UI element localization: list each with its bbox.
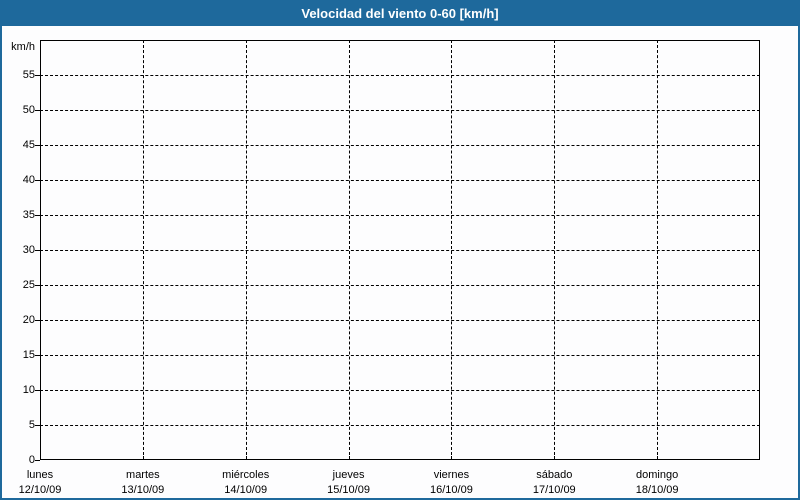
y-tick-mark: [35, 460, 40, 461]
title-bar: Velocidad del viento 0-60 [km/h]: [2, 2, 798, 26]
x-date-label: 17/10/09: [532, 484, 576, 496]
x-day-label: viernes: [433, 469, 470, 481]
y-tick-label: 0: [28, 454, 35, 466]
y-tick-label: 45: [22, 139, 35, 151]
x-tick-mark: [142, 456, 144, 460]
x-day-label: lunes: [26, 469, 54, 481]
y-grid-line: [40, 180, 760, 181]
x-tick-mark: [657, 456, 659, 460]
y-grid-line: [40, 145, 760, 146]
y-tick-label: 5: [28, 419, 35, 431]
y-tick-mark: [35, 75, 40, 76]
chart-panel: Velocidad del viento 0-60 [km/h] km/h 0 5…: [0, 0, 800, 500]
x-grid-line: [657, 40, 659, 460]
x-tick-mark: [245, 456, 247, 460]
x-tick-mark: [451, 456, 453, 460]
y-grid-line: [40, 75, 760, 76]
y-tick-mark: [35, 425, 40, 426]
y-tick-mark: [35, 250, 40, 251]
y-tick-label: 25: [22, 279, 35, 291]
y-grid-line: [40, 250, 760, 251]
y-grid-line: [40, 355, 760, 356]
y-grid-line: [40, 390, 760, 391]
y-tick-label: 30: [22, 244, 35, 256]
x-date-label: 15/10/09: [327, 484, 370, 496]
x-grid-line: [142, 40, 144, 460]
y-tick-label: 55: [22, 69, 35, 81]
y-tick-label: 15: [22, 349, 35, 361]
x-date-label: 16/10/09: [430, 484, 473, 496]
y-tick-label: 50: [22, 104, 35, 116]
x-day-label: jueves: [332, 469, 365, 481]
x-grid-line: [554, 40, 556, 460]
y-grid-line: [40, 110, 760, 111]
y-tick-mark: [35, 180, 40, 181]
y-grid-line: [40, 215, 760, 216]
x-date-label: 18/10/09: [635, 484, 679, 496]
y-tick-mark: [35, 390, 40, 391]
y-tick-mark: [35, 355, 40, 356]
chart-title: Velocidad del viento 0-60 [km/h]: [301, 6, 499, 21]
y-tick-mark: [35, 285, 40, 286]
y-tick-label: 35: [22, 209, 35, 221]
y-tick-label: 10: [22, 384, 35, 396]
y-tick-label: 20: [22, 314, 35, 326]
x-grid-line: [348, 40, 350, 460]
y-grid-line: [40, 425, 760, 426]
y-tick-label: 40: [22, 174, 35, 186]
y-grid-line: [40, 320, 760, 321]
chart-area: km/h 0 5 10 15 20 25 30 35 40 45 50 55 lunes 12/10/09…: [2, 26, 798, 498]
x-date-label: 14/10/09: [224, 484, 268, 496]
x-tick-mark: [348, 456, 350, 460]
x-grid-line: [451, 40, 453, 460]
x-grid-line: [245, 40, 247, 460]
y-grid-line: [40, 285, 760, 286]
y-axis-unit-label: km/h: [11, 41, 35, 53]
x-day-label: martes: [126, 469, 160, 481]
y-tick-mark: [35, 320, 40, 321]
x-day-label: miércoles: [222, 469, 270, 481]
x-day-label: domingo: [636, 469, 679, 481]
x-date-label: 12/10/09: [18, 484, 62, 496]
x-date-label: 13/10/09: [121, 484, 165, 496]
y-tick-mark: [35, 110, 40, 111]
x-day-label: sábado: [536, 469, 573, 481]
y-tick-mark: [35, 145, 40, 146]
y-tick-mark: [35, 215, 40, 216]
x-tick-mark: [554, 456, 556, 460]
